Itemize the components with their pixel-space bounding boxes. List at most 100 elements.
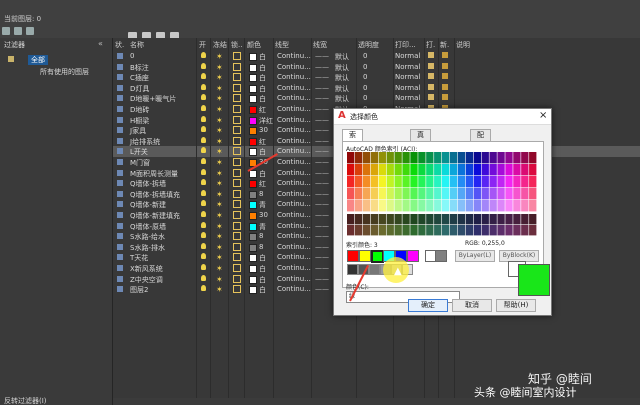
layer-color-swatch[interactable] bbox=[249, 74, 257, 83]
layer-color-swatch[interactable] bbox=[249, 53, 257, 61]
aci-swatch[interactable] bbox=[378, 225, 386, 236]
aci-swatch[interactable] bbox=[386, 214, 394, 225]
aci-swatch[interactable] bbox=[489, 200, 497, 212]
aci-swatch[interactable] bbox=[497, 176, 505, 188]
aci-swatch[interactable] bbox=[347, 200, 355, 212]
aci-swatch[interactable] bbox=[521, 152, 529, 164]
column-header[interactable]: 冻结 bbox=[213, 40, 227, 50]
reverse-filter-checkbox[interactable]: 反转过滤器(I) bbox=[4, 396, 47, 405]
layer-name[interactable]: Q墙体-新建填充 bbox=[130, 211, 180, 221]
std-color-red[interactable] bbox=[347, 250, 359, 262]
bulb-on-icon[interactable] bbox=[201, 189, 206, 196]
layer-lineweight[interactable]: 默认 bbox=[335, 73, 349, 83]
unlock-icon[interactable] bbox=[233, 147, 241, 156]
bulb-on-icon[interactable] bbox=[201, 253, 206, 260]
layer-linetype[interactable]: Continu... bbox=[277, 105, 311, 113]
aci-swatch[interactable] bbox=[362, 188, 371, 200]
aci-swatch[interactable] bbox=[402, 200, 410, 212]
layer-transparency[interactable]: 0 bbox=[363, 84, 367, 92]
bulb-on-icon[interactable] bbox=[201, 158, 206, 164]
layer-row[interactable]: D灯具 ✶ 白 Continu... —— 默认 0 Normal bbox=[113, 83, 640, 94]
unlock-icon[interactable] bbox=[233, 211, 241, 219]
sun-thaw-icon[interactable]: ✶ bbox=[216, 158, 223, 167]
aci-swatch[interactable] bbox=[465, 176, 474, 188]
aci-swatch[interactable] bbox=[442, 214, 450, 225]
aci-swatch[interactable] bbox=[347, 164, 355, 176]
layer-row[interactable]: 0 ✶ 白 Continu... —— 默认 0 Normal bbox=[113, 51, 640, 62]
aci-swatch[interactable] bbox=[362, 152, 371, 164]
aci-swatch[interactable] bbox=[449, 152, 458, 164]
aci-color-palette-lower[interactable] bbox=[347, 214, 537, 236]
aci-swatch[interactable] bbox=[347, 176, 355, 188]
aci-swatch[interactable] bbox=[481, 152, 489, 164]
bulb-on-icon[interactable] bbox=[201, 52, 206, 58]
aci-swatch[interactable] bbox=[434, 176, 442, 188]
layer-transparency[interactable]: 0 bbox=[363, 94, 367, 102]
aci-swatch[interactable] bbox=[394, 225, 402, 236]
layer-name[interactable]: B标注 bbox=[130, 63, 149, 73]
sun-thaw-icon[interactable]: ✶ bbox=[216, 190, 223, 199]
layer-color-swatch[interactable] bbox=[249, 275, 257, 284]
layer-color-swatch[interactable] bbox=[249, 137, 257, 146]
aci-swatch[interactable] bbox=[378, 164, 386, 176]
printer-icon[interactable] bbox=[428, 73, 434, 80]
layer-color-swatch[interactable] bbox=[249, 116, 257, 125]
layer-linetype[interactable]: Continu... bbox=[277, 190, 311, 198]
bulb-on-icon[interactable] bbox=[201, 147, 206, 154]
aci-swatch[interactable] bbox=[402, 188, 410, 200]
column-header[interactable]: 打印... bbox=[395, 40, 416, 50]
aci-swatch[interactable] bbox=[489, 164, 497, 176]
aci-swatch[interactable] bbox=[354, 200, 363, 212]
unlock-icon[interactable] bbox=[233, 285, 241, 294]
aci-swatch[interactable] bbox=[362, 225, 371, 236]
aci-swatch[interactable] bbox=[465, 152, 474, 164]
unlock-icon[interactable] bbox=[233, 264, 241, 272]
layer-color-swatch[interactable] bbox=[249, 265, 257, 273]
aci-swatch[interactable] bbox=[465, 188, 474, 200]
sun-thaw-icon[interactable]: ✶ bbox=[216, 84, 223, 93]
column-header[interactable]: 锁.. bbox=[231, 40, 242, 50]
layer-linetype[interactable]: Continu... bbox=[277, 94, 311, 102]
aci-swatch[interactable] bbox=[489, 176, 497, 188]
layer-linetype[interactable]: Continu... bbox=[277, 232, 311, 240]
column-header[interactable]: 打. bbox=[426, 40, 435, 50]
bulb-on-icon[interactable] bbox=[201, 200, 206, 207]
aci-swatch[interactable] bbox=[394, 176, 402, 188]
sun-thaw-icon[interactable]: ✶ bbox=[216, 264, 223, 273]
aci-swatch[interactable] bbox=[426, 176, 434, 188]
bulb-on-icon[interactable] bbox=[201, 179, 206, 186]
aci-swatch[interactable] bbox=[473, 188, 481, 200]
new-vp-freeze-icon[interactable] bbox=[442, 83, 448, 90]
layer-name[interactable]: Q墙体-新建 bbox=[130, 200, 166, 210]
aci-swatch[interactable] bbox=[473, 152, 481, 164]
aci-swatch[interactable] bbox=[394, 188, 402, 200]
aci-swatch[interactable] bbox=[505, 200, 513, 212]
aci-swatch[interactable] bbox=[529, 214, 537, 225]
aci-swatch[interactable] bbox=[489, 188, 497, 200]
layer-transparency[interactable]: 0 bbox=[363, 63, 367, 71]
aci-swatch[interactable] bbox=[378, 188, 386, 200]
layer-linetype[interactable]: Continu... bbox=[277, 126, 311, 134]
unlock-icon[interactable] bbox=[233, 242, 241, 251]
aci-color-palette[interactable] bbox=[347, 152, 537, 212]
aci-swatch[interactable] bbox=[402, 152, 410, 164]
unlock-icon[interactable] bbox=[233, 62, 241, 71]
aci-swatch[interactable] bbox=[449, 225, 458, 236]
aci-swatch[interactable] bbox=[394, 214, 402, 225]
layer-color-swatch[interactable] bbox=[249, 148, 257, 157]
aci-swatch[interactable] bbox=[418, 176, 426, 188]
bulb-on-icon[interactable] bbox=[201, 83, 206, 90]
collapse-panel-button[interactable]: « bbox=[98, 39, 103, 48]
unlock-icon[interactable] bbox=[233, 253, 241, 262]
unlock-icon[interactable] bbox=[233, 73, 241, 82]
std-color-gray8[interactable] bbox=[435, 250, 447, 262]
state-manager-icon[interactable] bbox=[26, 27, 34, 35]
layer-name[interactable]: 图层2 bbox=[130, 285, 148, 295]
bulb-on-icon[interactable] bbox=[201, 242, 206, 249]
unlock-icon[interactable] bbox=[233, 94, 241, 103]
new-vp-freeze-icon[interactable] bbox=[442, 73, 448, 80]
layer-linetype[interactable]: Continu... bbox=[277, 73, 311, 81]
aci-swatch[interactable] bbox=[386, 200, 394, 212]
gray-swatch[interactable] bbox=[369, 264, 380, 275]
aci-swatch[interactable] bbox=[418, 164, 426, 176]
